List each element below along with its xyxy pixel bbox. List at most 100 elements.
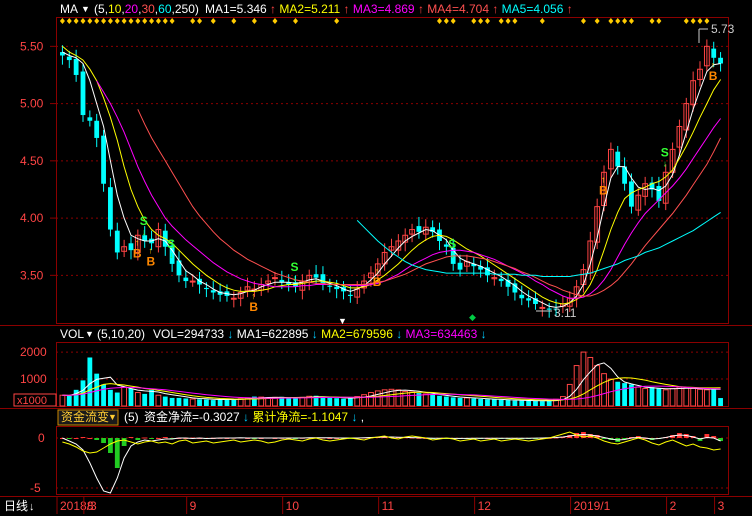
event-diamond-icon: [155, 18, 161, 24]
event-diamond-icon: [498, 18, 504, 24]
event-diamond-icon: [66, 18, 72, 24]
fund-flow-bar: [80, 437, 86, 438]
volume-bar-down: [66, 395, 72, 406]
event-diamond-icon: [615, 18, 621, 24]
down-arrow-icon: ↓: [477, 327, 486, 341]
volume-bar-down: [87, 357, 93, 406]
x-tick-label: 3: [718, 499, 725, 513]
event-diamond-icon: [594, 18, 600, 24]
dropdown-arrow-icon[interactable]: ▼: [108, 412, 117, 422]
volume-bar-up: [635, 386, 642, 407]
ma-param-value: 20: [125, 2, 139, 16]
volume-bar-down: [457, 397, 463, 406]
volume-bar-down: [656, 388, 662, 406]
x-tick-label: 2: [670, 499, 677, 513]
volume-bar-up: [601, 373, 607, 407]
ma-line-ma5: [356, 211, 721, 277]
candle-body-down: [313, 274, 319, 278]
high-price-label: 5.73: [711, 22, 735, 36]
indicator-name[interactable]: MA: [60, 2, 78, 16]
ma-line-ma3: [96, 80, 721, 299]
dropdown-arrow-icon[interactable]: ▼: [85, 329, 94, 339]
event-diamond-icon: [59, 18, 65, 24]
down-arrow-icon: ↓: [393, 327, 406, 341]
volume-bar-down: [162, 396, 168, 406]
fund-indicator-name[interactable]: 资金流变: [61, 409, 109, 424]
chart-marks: [59, 39, 723, 494]
volume-bar-down: [615, 381, 621, 406]
period-selector[interactable]: 日线: [4, 499, 28, 513]
sell-arrow-icon: ↓: [663, 158, 668, 168]
volume-bar-down: [142, 393, 148, 406]
volume-bar-down: [512, 400, 518, 406]
dropdown-arrow-icon[interactable]: ▼: [81, 4, 90, 14]
candle-body-down: [80, 71, 86, 116]
volume-bar-down: [347, 397, 353, 406]
volume-bar-down: [539, 401, 545, 406]
candle-body-down: [203, 287, 209, 290]
volume-bar-down: [334, 398, 340, 406]
up-arrow-icon: ↑: [489, 2, 502, 16]
volume-bar-up: [559, 396, 566, 407]
fund-flow-bar: [142, 437, 148, 439]
event-diamond-icon: [121, 18, 127, 24]
candle-body-down: [711, 48, 717, 58]
event-diamond-icon: [107, 18, 113, 24]
candle-body-up: [230, 297, 237, 300]
low-price-label: 3.11: [554, 306, 577, 320]
fund-flow-bar: [66, 438, 72, 439]
volume-bar-down: [498, 399, 504, 406]
bottom-axis: 日线 ↓ 2018/38 9 10 11 12 2019/1 2 3: [4, 497, 725, 514]
x-tick-label: 12: [478, 499, 492, 513]
up-arrow-icon: ↑: [415, 2, 428, 16]
sell-arrow-icon: ↓: [169, 250, 174, 260]
event-diamond-icon: [149, 18, 155, 24]
ma-value-label: MA3=4.869: [353, 2, 415, 16]
event-diamond-icon: [697, 18, 703, 24]
ma-value-label: MA4=4.704: [427, 2, 489, 16]
event-diamond-icon: [334, 18, 340, 24]
event-diamond-icon: [142, 18, 148, 24]
x-axis-labels: 2018/38 9 10 11 12 2019/1 2 3: [56, 497, 725, 514]
arrow-down-icon[interactable]: ↓: [29, 501, 35, 513]
price-tick-label: 4.50: [20, 154, 44, 168]
vol-indicator-name[interactable]: VOL: [60, 327, 84, 341]
vol-value-label: VOL=294733: [153, 327, 224, 341]
event-diamond-icon: [293, 18, 299, 24]
candle-body-down: [101, 135, 106, 184]
event-down-arrow-icon: ▼: [338, 316, 347, 326]
event-diamond-icon: [539, 18, 545, 24]
volume-bar-down: [217, 399, 223, 406]
chart-canvas[interactable]: 5.50 5.00 4.50 4.00 3.50 2000 1000 0 -5 ↑ B ↑ B ↑ B ↑ B…: [0, 0, 752, 516]
y-axis-labels: 5.50 5.00 4.50 4.00 3.50 2000 1000 0 -5: [20, 39, 47, 495]
sell-signal: S: [140, 214, 148, 228]
volume-bar-up: [299, 396, 306, 407]
x-tick-label: 9: [190, 499, 197, 513]
volume-unit-box: x1000: [13, 393, 57, 407]
candle-body-up: [272, 277, 278, 280]
price-tick-label: 3.50: [20, 268, 44, 282]
volume-bar-up: [697, 388, 703, 407]
event-diamond-icon: [512, 18, 518, 24]
down-arrow-icon: ↓: [308, 327, 321, 341]
candle-body-down: [526, 298, 532, 301]
volume-bar-down: [519, 400, 525, 406]
volume-bar-up: [409, 391, 415, 407]
event-diamond-icon: [197, 18, 203, 24]
volume-bar-down: [197, 399, 202, 406]
separator: ): [195, 2, 199, 16]
ma-value-label: MA5=4.056: [502, 2, 564, 16]
volume-bar-down: [649, 387, 655, 406]
volume-bar-down: [203, 399, 209, 406]
volume-bar-down: [505, 400, 511, 406]
volume-bar-down: [94, 373, 100, 406]
fund-flow-bar: [101, 438, 106, 443]
event-diamond-icon: [628, 18, 634, 24]
volume-bar-up: [265, 397, 271, 407]
candle-body-down: [66, 56, 72, 61]
fund-tick-label: -5: [30, 481, 41, 495]
event-diamond-icon: [114, 18, 120, 24]
volume-bar-down: [526, 400, 532, 406]
volume-bar-down: [293, 397, 298, 406]
volume-bar-down: [430, 394, 436, 406]
